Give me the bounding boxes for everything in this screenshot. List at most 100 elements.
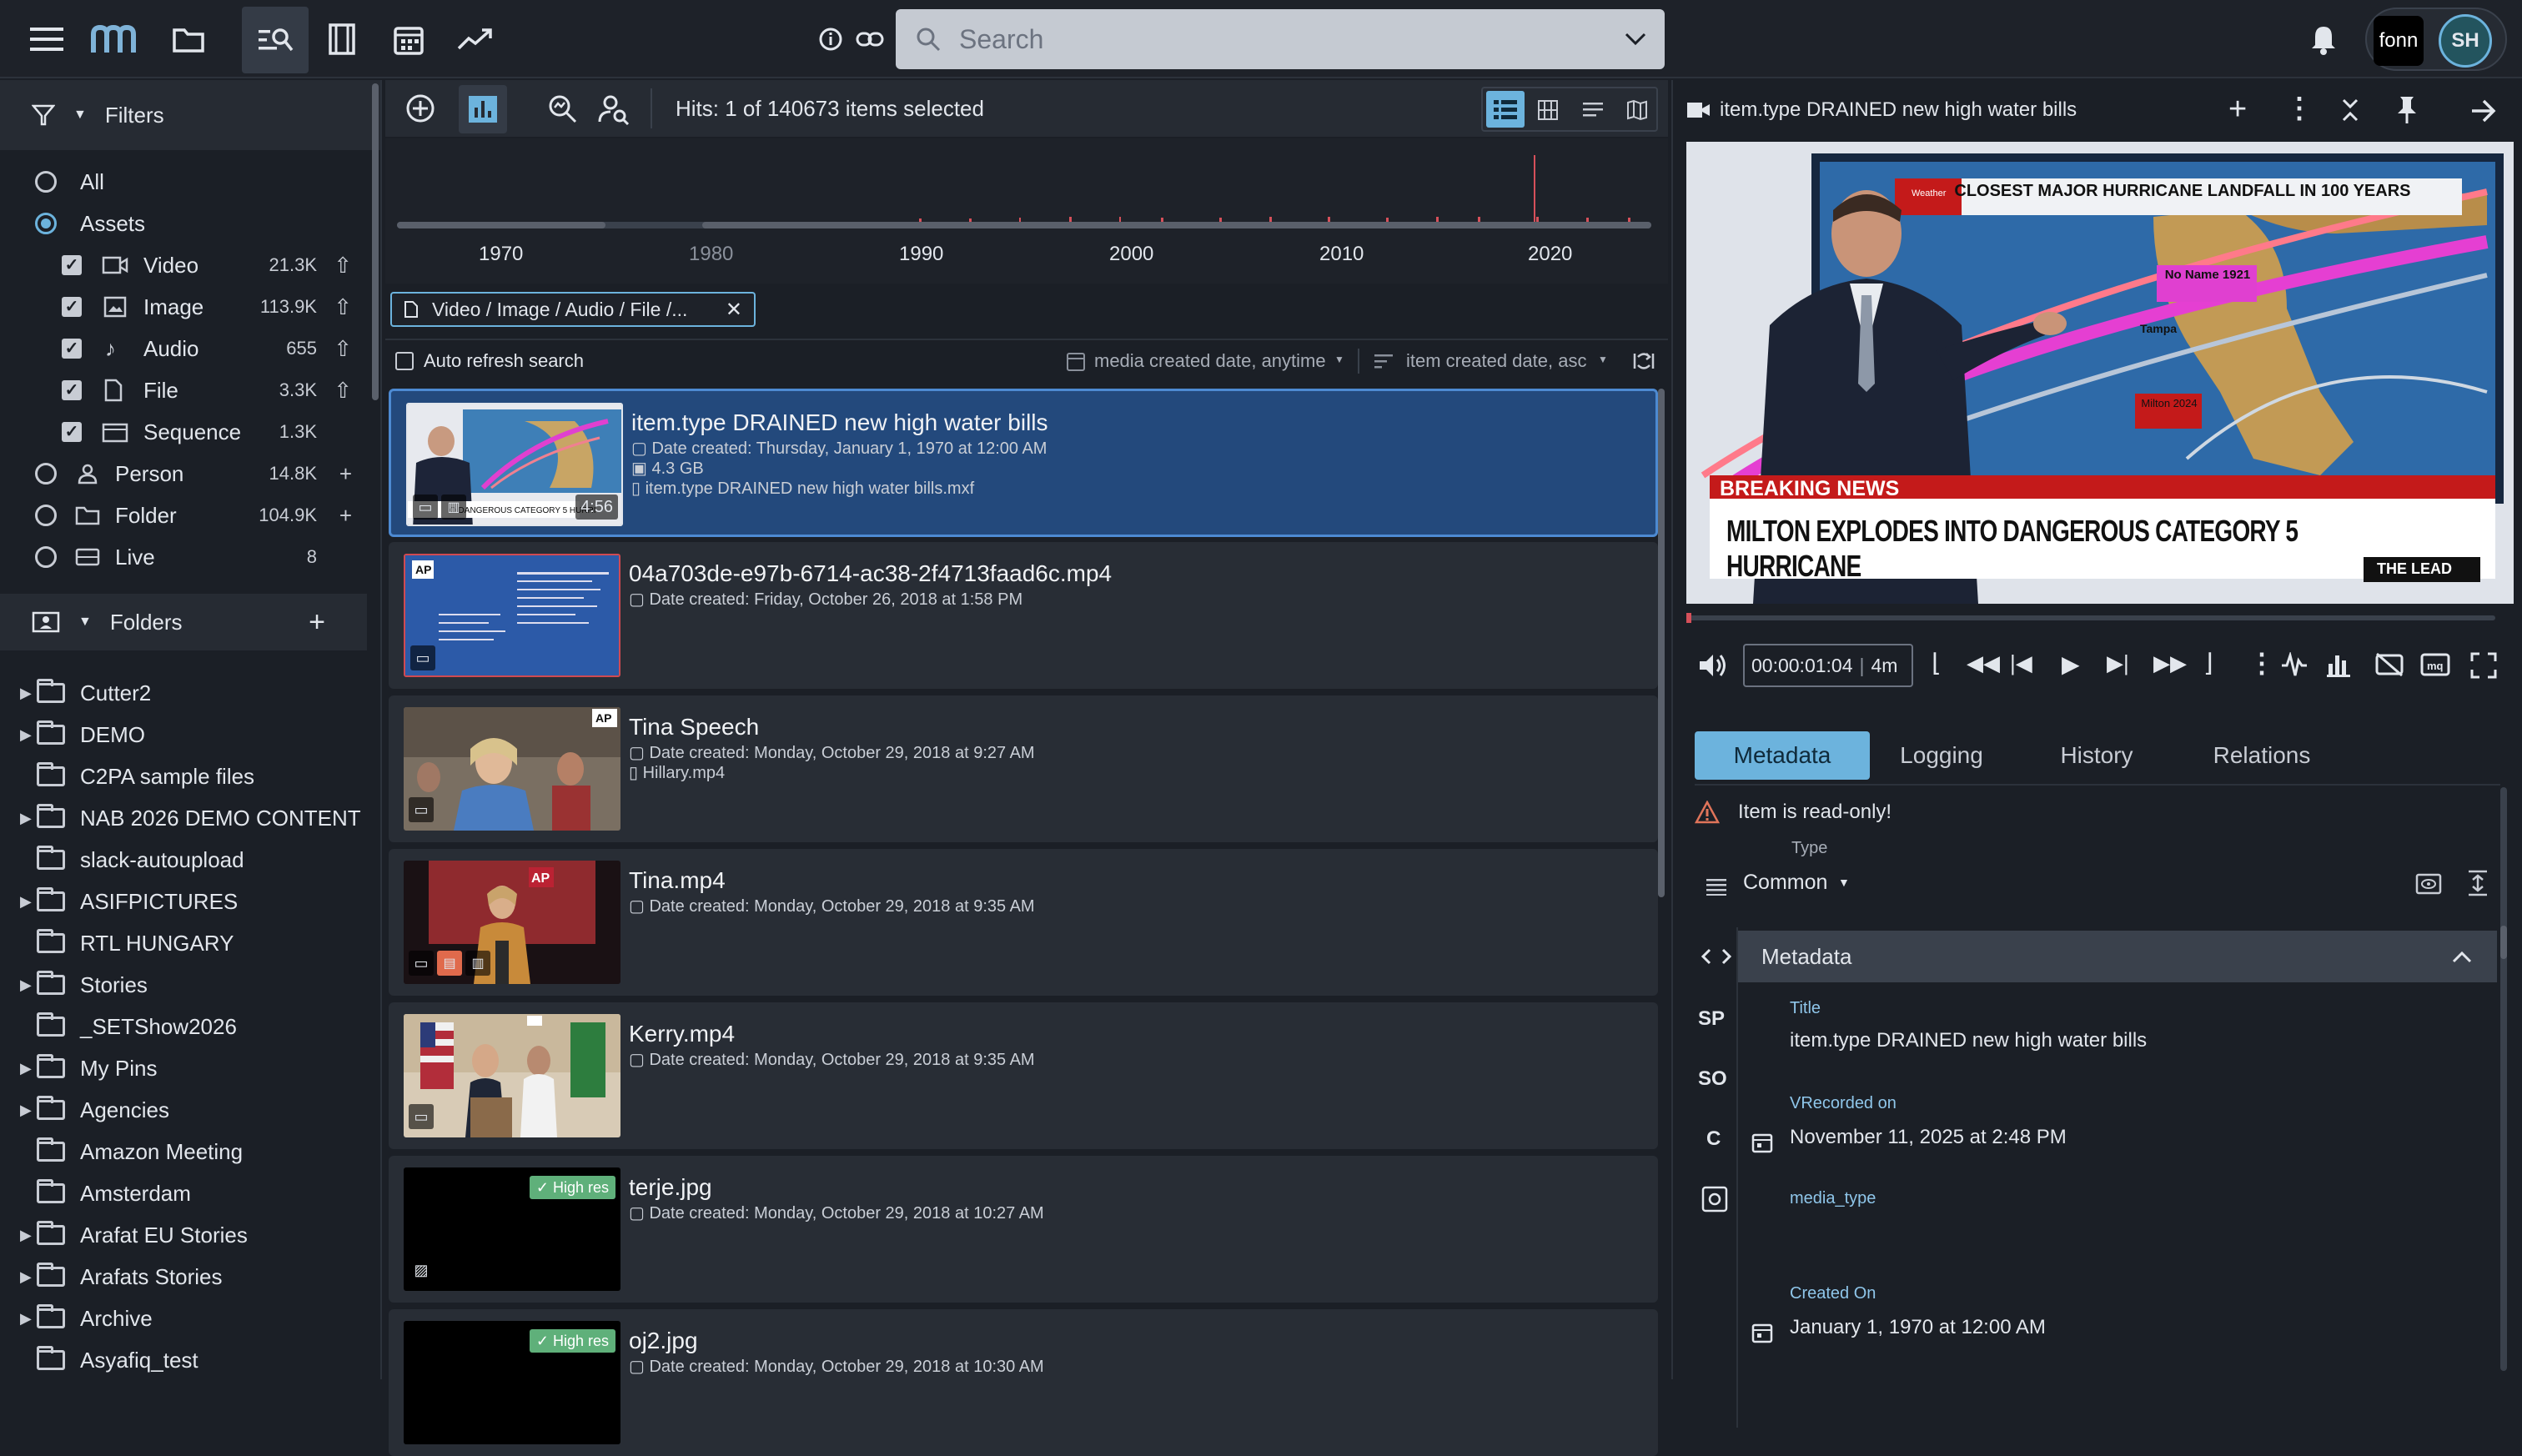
mark-out-icon[interactable]: ⌋ [2203, 649, 2213, 678]
section-shortcut-c[interactable]: C [1706, 1127, 1721, 1151]
playback-scrubber[interactable] [1686, 613, 2495, 623]
caret-right-icon[interactable]: ▶ [20, 1102, 32, 1119]
film-icon[interactable] [317, 14, 367, 64]
radio-icon[interactable] [35, 505, 57, 526]
checkbox-icon[interactable]: ✓ [62, 339, 82, 359]
filter-file[interactable]: ✓ File 3.3K ⇧ [0, 369, 367, 411]
folders-header[interactable]: ▼ Folders + [0, 594, 367, 650]
scrollbar[interactable] [1658, 389, 1665, 897]
folder-item[interactable]: RTL HUNGARY [0, 922, 367, 964]
filter-sequence[interactable]: ✓ Sequence 1.3K [0, 411, 367, 453]
filter-chip[interactable]: Video / Image / Audio / File /... ✕ [390, 292, 756, 327]
mark-in-icon[interactable]: ⌊ [1932, 649, 1942, 678]
folder-item[interactable]: ▶ My Pins [0, 1047, 367, 1089]
list-view-icon[interactable] [1486, 91, 1525, 128]
bell-icon[interactable] [2298, 14, 2349, 64]
video-thumbnail[interactable]: AP ▭ [404, 554, 620, 677]
collapse-icon[interactable] [2340, 97, 2360, 123]
add-icon[interactable]: + [339, 503, 352, 529]
field-value-recorded[interactable]: November 11, 2025 at 2:48 PM [1790, 1126, 2067, 1149]
field-value-created[interactable]: January 1, 1970 at 12:00 AM [1790, 1316, 2046, 1339]
refresh-icon[interactable] [1630, 347, 1658, 375]
caret-right-icon[interactable]: ▶ [20, 1268, 32, 1286]
fast-forward-icon[interactable]: ▶▶ [2153, 650, 2187, 676]
radio-icon[interactable] [35, 171, 57, 193]
visual-search-icon[interactable] [545, 92, 579, 125]
caret-right-icon[interactable]: ▶ [20, 685, 32, 702]
avatar[interactable]: SH [2439, 14, 2492, 68]
caret-right-icon[interactable]: ▶ [20, 810, 32, 827]
caret-down-icon[interactable]: ▼ [1334, 354, 1344, 365]
step-forward-icon[interactable]: ▶| [2107, 650, 2129, 676]
compact-view-icon[interactable] [1583, 102, 1603, 118]
code-icon[interactable] [1701, 947, 1731, 966]
caret-right-icon[interactable]: ▶ [20, 726, 32, 744]
folder-item[interactable]: ▶ Archive [0, 1298, 367, 1339]
folder-item[interactable]: ▶ Arafat EU Stories [0, 1214, 367, 1256]
preview-icon[interactable] [2415, 872, 2442, 896]
tab-metadata[interactable]: Metadata [1695, 731, 1870, 780]
filter-audio[interactable]: ✓ ♪ Audio 655 ⇧ [0, 328, 367, 369]
video-player[interactable]: Weather CLOSEST MAJOR HURRICANE LANDFALL … [1686, 142, 2514, 604]
tab-logging[interactable]: Logging [1870, 731, 2013, 780]
scrollbar[interactable] [2500, 787, 2507, 1371]
folder-item[interactable]: Asyafiq_test [0, 1339, 367, 1381]
caret-right-icon[interactable]: ▶ [20, 893, 32, 911]
filter-video[interactable]: ✓ Video 21.3K ⇧ [0, 244, 367, 286]
volume-icon[interactable] [1698, 652, 1728, 679]
radio-icon[interactable] [35, 546, 57, 568]
add-folder-button[interactable]: + [309, 606, 325, 639]
metadata-section-header[interactable]: Metadata [1738, 931, 2497, 982]
filter-person[interactable]: Person 14.8K + [0, 453, 367, 495]
add-circle-icon[interactable] [404, 92, 437, 125]
checkbox-icon[interactable]: ✓ [62, 255, 82, 275]
grid-view-icon[interactable] [1538, 100, 1558, 120]
rewind-icon[interactable]: ◀◀ [1967, 650, 2000, 676]
timeline-histogram[interactable]: 1970 1980 1990 2000 2010 2020 [385, 138, 1668, 284]
calendar-icon[interactable] [384, 14, 434, 64]
expand-vertical-icon[interactable] [2467, 869, 2489, 897]
video-thumbnail[interactable]: AP ▭ [404, 707, 620, 831]
type-dropdown[interactable]: Common [1743, 871, 1827, 895]
close-icon[interactable]: ✕ [726, 298, 742, 322]
map-view-icon[interactable] [1626, 99, 1648, 121]
more-vertical-icon[interactable]: ⋮ [2285, 92, 2314, 125]
date-filter-dropdown[interactable]: media created date, anytime [1094, 350, 1326, 372]
checkbox-icon[interactable]: ✓ [62, 380, 82, 400]
scrollbar[interactable] [372, 83, 379, 400]
filter-live[interactable]: Live 8 [0, 536, 367, 578]
video-thumbnail[interactable]: O DANGEROUS CATEGORY 5 HURRI ▭ ▥ 4:56 [406, 403, 623, 526]
account-chip[interactable]: fonn SH [2365, 8, 2507, 71]
arrow-right-icon[interactable] [2470, 98, 2497, 123]
caret-right-icon[interactable]: ▶ [20, 1310, 32, 1328]
menu-icon[interactable] [22, 14, 72, 64]
image-thumbnail[interactable]: ✓ High res ▨ [404, 1167, 620, 1291]
folder-item[interactable]: C2PA sample files [0, 756, 367, 797]
caret-down-icon[interactable]: ▼ [1598, 354, 1608, 365]
sort-dropdown[interactable]: item created date, asc [1406, 350, 1586, 372]
result-card[interactable]: AP ▭ 04a703de-e97b-6714-ac38-2f4713faad6… [389, 542, 1658, 689]
result-card[interactable]: ▭ Kerry.mp4 ▢ Date created: Monday, Octo… [389, 1002, 1658, 1149]
search-view-icon[interactable] [242, 7, 309, 73]
checkbox-icon[interactable] [395, 352, 414, 370]
checkbox-icon[interactable]: ✓ [62, 422, 82, 442]
folder-item[interactable]: ▶ Cutter2 [0, 672, 367, 714]
filter-image[interactable]: ✓ Image 113.9K ⇧ [0, 286, 367, 328]
search-input[interactable]: Search [896, 9, 1665, 69]
face-search-icon[interactable] [597, 92, 630, 125]
chevron-down-icon[interactable] [1625, 33, 1646, 46]
folder-item[interactable]: ▶ Stories [0, 964, 367, 1006]
checkbox-icon[interactable]: ✓ [62, 297, 82, 317]
result-card[interactable]: AP ▭ ▤ ▥ Tina.mp4 ▢ Date created: Monday… [389, 849, 1658, 996]
caret-down-icon[interactable]: ▼ [78, 615, 92, 630]
caret-right-icon[interactable]: ▶ [20, 1060, 32, 1077]
video-thumbnail[interactable]: AP ▭ ▤ ▥ [404, 861, 620, 984]
add-icon[interactable]: + [2228, 92, 2247, 128]
filter-folder[interactable]: Folder 104.9K + [0, 495, 367, 536]
folder-item[interactable]: Amsterdam [0, 1172, 367, 1214]
caret-down-icon[interactable]: ▼ [73, 108, 87, 123]
folder-item[interactable]: slack-autoupload [0, 839, 367, 881]
result-card[interactable]: AP ▭ Tina Speech ▢ Date created: Monday,… [389, 695, 1658, 842]
settings-icon[interactable] [1701, 1186, 1728, 1212]
waveform-icon[interactable] [2280, 652, 2308, 679]
